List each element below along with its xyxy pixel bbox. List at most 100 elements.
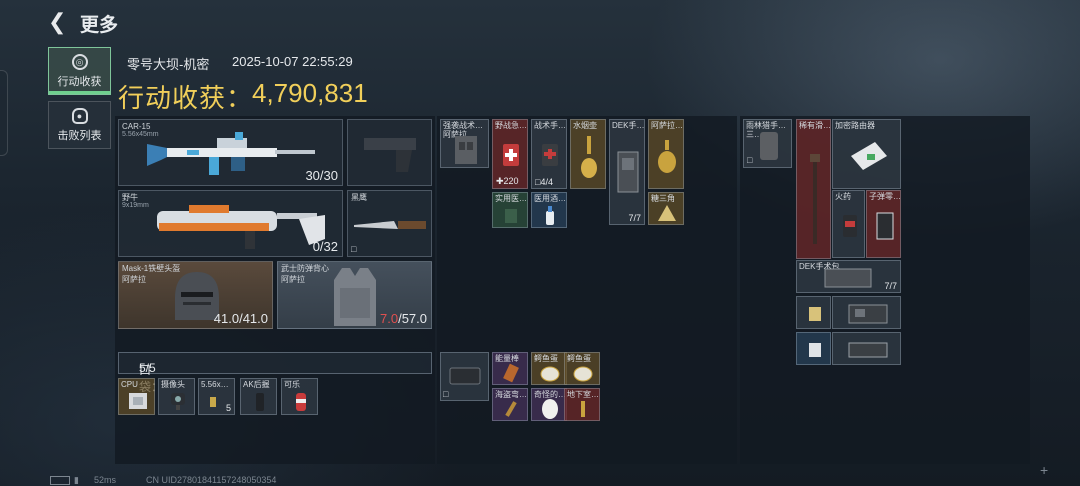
backpack-item[interactable]: 鳄鱼蛋: [564, 352, 600, 385]
egg-icon: [540, 366, 560, 382]
pocket-item[interactable]: 可乐: [281, 378, 318, 415]
primary-weapon-ammo: 30/30: [305, 168, 338, 183]
backpack-item[interactable]: 能量棒: [492, 352, 528, 385]
bullet-parts-icon: [876, 212, 894, 240]
backpack-item[interactable]: 稀有滑…: [796, 119, 831, 259]
signal-icon: ▮: [74, 475, 79, 485]
secondary-weapon-caliber: 9x19mm: [122, 202, 149, 209]
vest-icon: [334, 268, 376, 326]
uid-text: CN UID27801841157248050354: [146, 475, 277, 485]
secondary-weapon-ammo: 0/32: [312, 239, 338, 254]
armor-brand: 阿萨拉: [281, 275, 305, 284]
tab-loot-label: 行动收获: [57, 76, 102, 88]
chest-rig-item[interactable]: 强袭战术… 阿萨拉: [440, 119, 489, 168]
backpack-item[interactable]: 水烟壶: [570, 119, 606, 189]
basement-key-icon: [581, 401, 585, 417]
rifle-icon: [147, 132, 315, 175]
earnings-value: 4,790,831: [252, 78, 368, 108]
tab-loot[interactable]: ◎ 行动收获: [48, 47, 111, 95]
kit-uses: □4/4: [535, 177, 553, 187]
energy-bar-icon: [503, 363, 519, 383]
backpack-item[interactable]: [832, 296, 901, 329]
ping-text: 52ms: [94, 475, 117, 485]
cutlass-icon: [505, 401, 517, 417]
secondary-weapon-slot[interactable]: 野牛 9x19mm 0/32: [118, 190, 343, 257]
melee-name: 黑鹰: [351, 193, 367, 202]
document-icon: [809, 343, 821, 357]
gunpowder-icon: [843, 215, 857, 237]
medicine-icon: [505, 209, 517, 223]
tactical-kit-icon: [542, 144, 558, 166]
backpack-item[interactable]: 奇怪的…: [531, 388, 567, 421]
backpack-item[interactable]: 野战急… ✚220: [492, 119, 528, 189]
smg-icon: [157, 205, 325, 249]
backpack-item[interactable]: [796, 296, 831, 329]
medkit-uses: ✚220: [496, 176, 519, 186]
backpack-item[interactable]: 医用酒…: [531, 192, 567, 228]
armor-name: 武士防弹背心: [281, 264, 329, 273]
backpack-item[interactable]: [832, 332, 901, 365]
melee-slot[interactable]: 黑鹰 □: [347, 190, 432, 257]
rare-item-icon: [810, 154, 820, 244]
backpack-item[interactable]: [796, 332, 831, 365]
loot-icon: ◎: [71, 54, 88, 70]
ammo-icon: [210, 397, 216, 407]
helmet-slot[interactable]: Mask-1铁壁头盔 阿萨拉 41.0/41.0: [118, 261, 273, 329]
circuit-board-icon: [848, 304, 888, 324]
backpack-item[interactable]: 地下室…: [564, 388, 600, 421]
backpack-item[interactable]: 火药: [832, 190, 865, 258]
backpack-item[interactable]: 战术手… □4/4: [531, 119, 567, 189]
backpack-item[interactable]: □: [440, 352, 489, 401]
case-icon: [449, 367, 481, 385]
backpack-item[interactable]: 阿萨拉…: [648, 119, 684, 189]
card-icon: [809, 307, 821, 321]
router-icon: [851, 142, 887, 170]
helmet-brand: 阿萨拉: [122, 275, 146, 284]
armor-durability-current: 7.0: [380, 311, 399, 326]
secure-icon: □: [747, 155, 753, 165]
primary-weapon-slot[interactable]: CAR-15 5.56x45mm 30/30: [118, 119, 343, 186]
backpack-item[interactable]: 子弹零…: [866, 190, 901, 258]
backpack-container[interactable]: 雨林猎手… 三… □: [743, 119, 792, 168]
first-aid-kit-icon: [503, 144, 519, 166]
backpack-item[interactable]: 加密路由器: [832, 119, 901, 189]
active-tab-indicator: [49, 91, 110, 94]
strange-egg-icon: [542, 399, 558, 419]
plus-icon: +: [1040, 462, 1049, 478]
tab-kill-list[interactable]: ● 击败列表: [48, 101, 111, 149]
armor-durability-max: /57.0: [398, 311, 427, 326]
chest-rig-icon: [455, 136, 477, 164]
page-title: 更多: [80, 15, 119, 36]
pistol-slot[interactable]: [347, 119, 432, 186]
pocket-item[interactable]: 摄像头: [158, 378, 195, 415]
hard-drive-icon: [848, 342, 888, 358]
pocket-item[interactable]: CPU: [118, 378, 155, 415]
match-datetime: 2025-10-07 22:55:29: [232, 54, 353, 69]
side-drawer-handle[interactable]: [0, 70, 8, 156]
teapot-icon: [658, 140, 676, 173]
battery-icon: [50, 476, 70, 485]
armor-slot[interactable]: 武士防弹背心 阿萨拉 7.0/57.0: [277, 261, 432, 329]
backpack-icon: [760, 132, 778, 160]
earnings-label: 行动收获：: [118, 83, 254, 113]
back-arrow-icon[interactable]: ❮: [48, 10, 72, 34]
surgery-kit-icon: [824, 268, 872, 288]
backpack-item[interactable]: DEK手… 7/7: [609, 119, 645, 225]
hookah-icon: [581, 136, 597, 178]
pocket-item[interactable]: 5.56x… 5: [198, 378, 235, 415]
secure-icon: □: [443, 389, 449, 399]
backpack-item[interactable]: 鳄鱼蛋: [531, 352, 567, 385]
surgery-kit-icon: [617, 151, 639, 193]
egg-icon: [573, 366, 593, 382]
tab-kill-list-label: 击败列表: [57, 130, 102, 142]
pocket-item[interactable]: AK后握: [240, 378, 277, 415]
backpack-item[interactable]: 实用医…: [492, 192, 528, 228]
helmet-durability: 41.0/41.0: [213, 311, 268, 326]
backpack-item[interactable]: DEK手术包 7/7: [796, 260, 901, 293]
backpack-item[interactable]: 糖三角: [648, 192, 684, 225]
skull-icon: ●: [71, 108, 88, 124]
pocket-header: 口袋：5/5: [118, 352, 432, 394]
pistol-icon: [364, 138, 416, 172]
grip-icon: [256, 393, 264, 411]
backpack-item[interactable]: 海盗弯…: [492, 388, 528, 421]
